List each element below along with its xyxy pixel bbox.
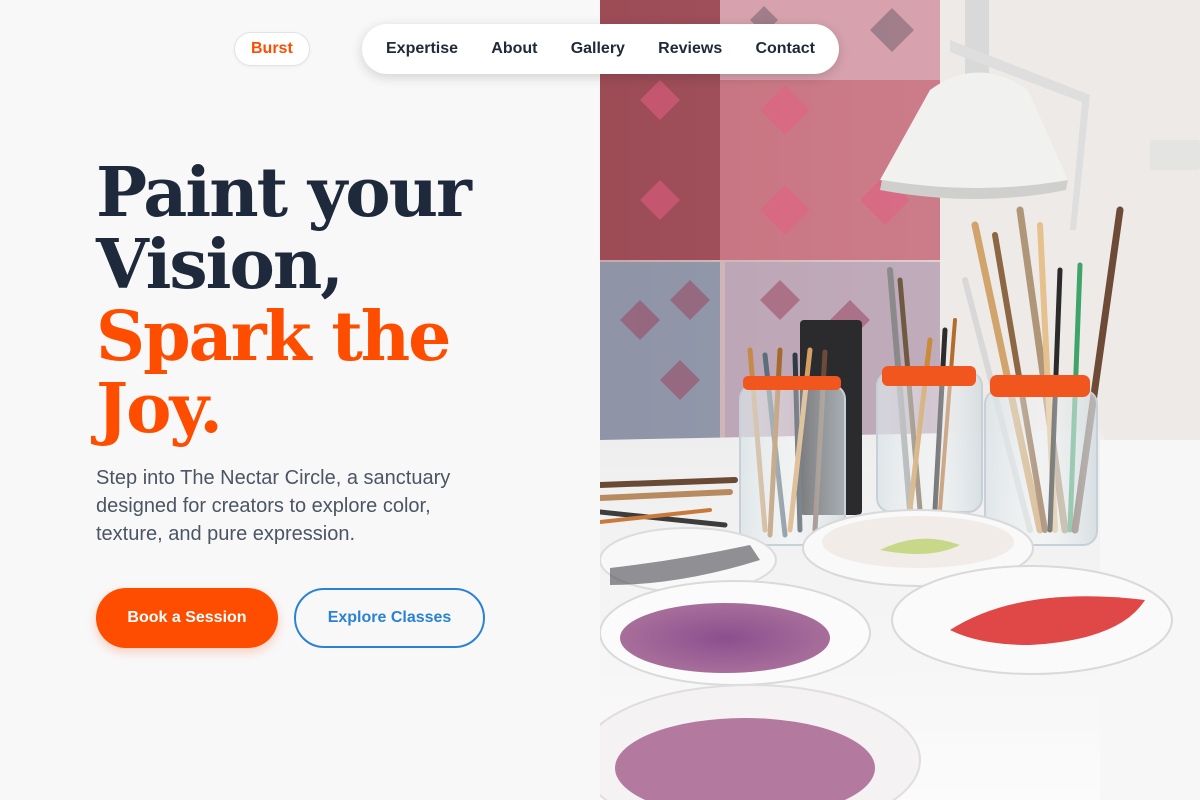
hero-subtitle: Step into The Nectar Circle, a sanctuary… [96, 467, 451, 545]
hero-title-line-1: Paint your [96, 153, 472, 233]
brand-logo[interactable]: Burst [234, 32, 310, 66]
art-studio-photo [600, 0, 1200, 800]
nav-item-about[interactable]: About [491, 40, 537, 58]
art-studio-illustration [600, 0, 1200, 800]
main-nav: Expertise About Gallery Reviews Contact [362, 24, 839, 74]
explore-classes-button[interactable]: Explore Classes [294, 588, 485, 648]
hero-title-line-2: Vision, [96, 225, 344, 305]
nav-item-contact[interactable]: Contact [755, 40, 815, 58]
nav-item-gallery[interactable]: Gallery [571, 40, 625, 58]
nav-item-reviews[interactable]: Reviews [658, 40, 722, 58]
nav-item-expertise[interactable]: Expertise [386, 40, 458, 58]
hero-title: Paint your Vision, Spark the Joy. [96, 157, 566, 445]
book-session-button[interactable]: Book a Session [96, 588, 278, 648]
hero-title-line-4: Joy. [96, 369, 223, 449]
hero-title-line-3: Spark the [96, 297, 451, 377]
